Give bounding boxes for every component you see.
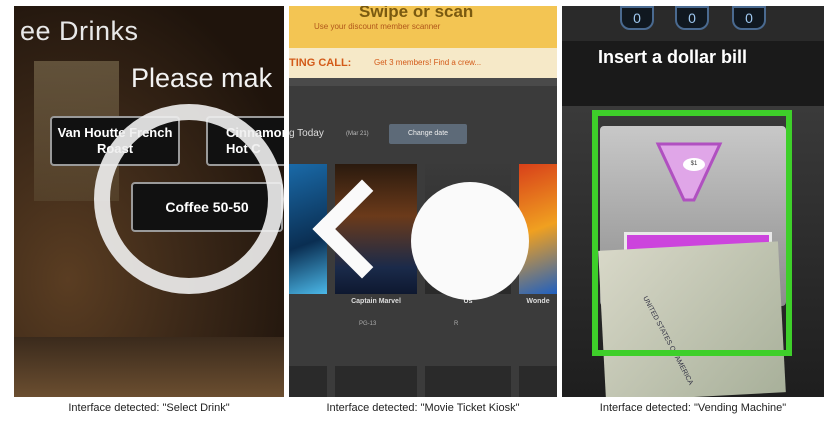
poster-row-two bbox=[335, 366, 417, 397]
showing-today-label: g Today bbox=[289, 128, 324, 139]
panel-vending-machine: 0 0 0 Insert a dollar bill $1 UNITED STA… bbox=[562, 6, 824, 397]
poster-rating: PG-13 bbox=[359, 321, 377, 327]
caption-vending-machine: Interface detected: "Vending Machine" bbox=[599, 402, 787, 414]
keypad-key[interactable]: 0 bbox=[675, 6, 709, 30]
promo-banner: Swipe or scan Use your discount member s… bbox=[289, 6, 557, 48]
poster-row-two bbox=[289, 366, 327, 397]
poster-row-two bbox=[519, 366, 557, 397]
panel-movie-ticket-kiosk: Swipe or scan Use your discount member s… bbox=[289, 6, 557, 397]
caption-movie-ticket-kiosk: Interface detected: "Movie Ticket Kiosk" bbox=[326, 402, 520, 414]
poster-title: Wonde bbox=[526, 298, 550, 305]
panel-select-drink: ee Drinks Please mak Van Houtte French R… bbox=[14, 6, 284, 397]
banner-title: Swipe or scan bbox=[359, 6, 474, 21]
change-date-button[interactable]: Change date bbox=[389, 124, 467, 144]
keypad-key[interactable]: 0 bbox=[620, 6, 654, 30]
detection-frame bbox=[592, 110, 792, 356]
screen-prompt: Please mak bbox=[131, 63, 273, 93]
screen-header: ee Drinks bbox=[20, 16, 139, 46]
instruction-text: Insert a dollar bill bbox=[598, 47, 748, 67]
casting-text: Get 3 members! Find a crew... bbox=[374, 58, 482, 67]
poster-title: Captain Marvel bbox=[351, 298, 401, 305]
touch-point-icon bbox=[411, 182, 529, 300]
showing-date: (Mar 21) bbox=[346, 131, 369, 137]
caption-select-drink: Interface detected: "Select Drink" bbox=[68, 402, 230, 414]
selection-ring-icon bbox=[94, 104, 284, 294]
poster-row-two bbox=[425, 366, 511, 397]
poster-rating: R bbox=[454, 321, 459, 327]
casting-call-bar: TING CALL: Get 3 members! Find a crew... bbox=[289, 48, 557, 78]
floor bbox=[14, 337, 284, 397]
casting-label: TING CALL: bbox=[289, 57, 352, 69]
keypad-key[interactable]: 0 bbox=[732, 6, 766, 30]
banner-subtitle: Use your discount member scanner bbox=[314, 22, 441, 31]
